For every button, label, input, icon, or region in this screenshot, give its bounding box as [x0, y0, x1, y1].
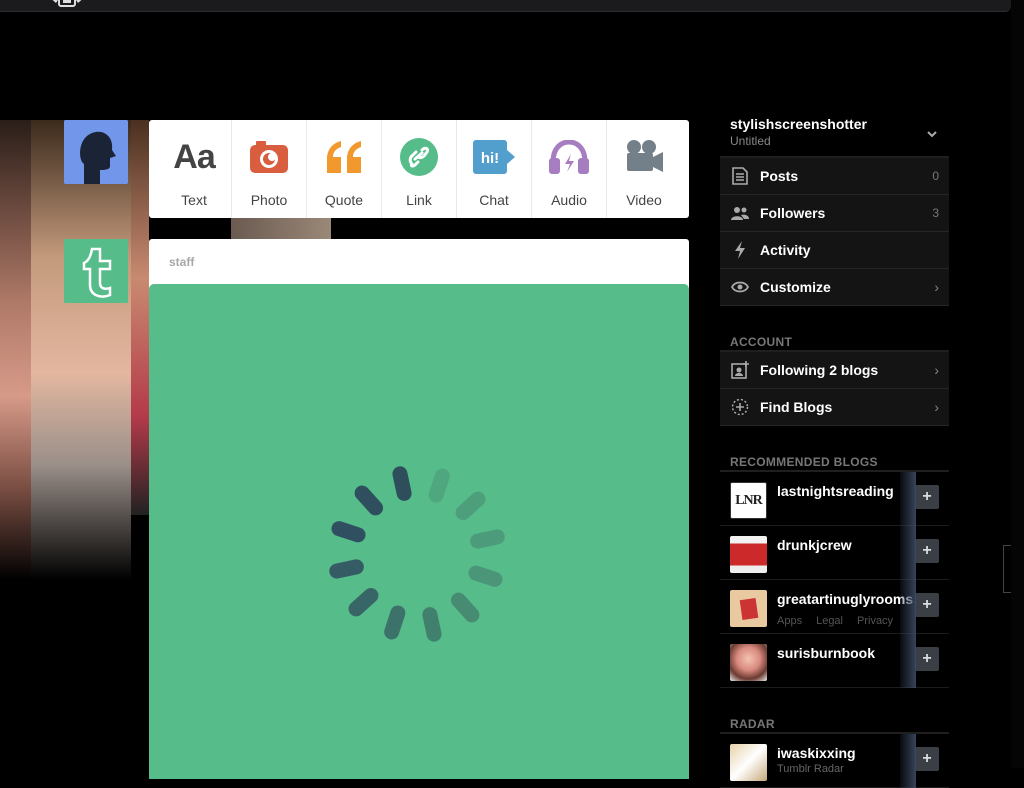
blog-name: greatartinuglyrooms	[777, 591, 914, 607]
logo-icon[interactable]	[46, 0, 88, 10]
sidebar: stylishscreenshotter Untitled Posts 0 Fo…	[720, 112, 949, 788]
radar-section-title: RADAR	[720, 714, 949, 734]
chevron-right-icon: ›	[934, 362, 939, 378]
post-type-label: Audio	[551, 192, 587, 208]
post-type-label: Chat	[479, 192, 509, 208]
background-photo-strip	[0, 120, 31, 580]
sidebar-item-find-blogs[interactable]: Find Blogs ›	[720, 389, 949, 426]
blog-name: iwaskixxing	[777, 745, 856, 761]
post-type-audio[interactable]: Audio	[532, 120, 607, 218]
page-scrollbar[interactable]	[1011, 0, 1024, 768]
post-type-chat[interactable]: hi! Chat	[457, 120, 532, 218]
follow-button[interactable]: +	[915, 593, 939, 617]
post-type-label: Link	[406, 192, 432, 208]
chevron-right-icon: ›	[934, 399, 939, 415]
background-photo-strip	[131, 120, 149, 515]
background-photo-strip	[31, 120, 131, 580]
blog-thumbnail	[730, 644, 767, 681]
video-camera-icon	[627, 140, 663, 172]
eye-icon	[731, 281, 749, 293]
sidebar-item-label: Find Blogs	[760, 399, 833, 415]
blog-thumbnail	[730, 744, 767, 781]
overflow-fade	[900, 472, 916, 688]
post-card: staff	[149, 239, 689, 779]
footer-links: Apps Legal Privacy	[777, 615, 893, 627]
post-type-bar: Aa Text Photo Quote Link hi! Chat Audio …	[149, 120, 689, 218]
sidebar-item-count: 3	[932, 206, 939, 220]
blog-thumbnail: LNR	[730, 482, 767, 519]
blog-subtitle: Untitled	[730, 134, 771, 148]
post-type-label: Photo	[250, 192, 288, 208]
blog-name: surisburnbook	[777, 645, 876, 661]
following-icon	[731, 361, 749, 379]
account-section-title: ACCOUNT	[720, 332, 949, 352]
staff-avatar[interactable]	[64, 239, 128, 303]
blog-name: lastnightsreading	[777, 483, 894, 499]
sidebar-item-label: Followers	[760, 205, 826, 221]
post-type-text[interactable]: Aa Text	[157, 120, 232, 218]
chat-icon: hi!	[473, 140, 515, 174]
sidebar-item-label: Customize	[760, 279, 831, 295]
link-icon	[400, 138, 438, 176]
loading-spinner-icon	[329, 466, 505, 642]
blog-switcher[interactable]: stylishscreenshotter Untitled	[720, 112, 949, 158]
blog-name: drunkjcrew	[777, 537, 852, 553]
sidebar-item-followers[interactable]: Followers 3	[720, 195, 949, 232]
post-type-label: Text	[181, 192, 207, 208]
thumbnail-frame	[739, 597, 758, 620]
footer-link-privacy[interactable]: Privacy	[857, 615, 893, 627]
sidebar-item-label: Activity	[760, 242, 811, 258]
post-type-label: Video	[626, 192, 662, 208]
sidebar-item-count: 0	[932, 169, 939, 183]
lightning-icon	[735, 241, 745, 259]
background-photo-strip	[231, 218, 331, 239]
avatar-silhouette-icon	[64, 120, 128, 184]
blog-thumbnail	[730, 590, 767, 627]
top-navigation-bar	[0, 0, 1011, 12]
post-author[interactable]: staff	[169, 255, 194, 269]
tumblr-t-icon	[64, 239, 128, 303]
blog-thumbnail	[730, 536, 767, 573]
follow-button[interactable]: +	[915, 485, 939, 509]
post-type-label: Quote	[324, 192, 364, 208]
overflow-fade	[900, 734, 916, 788]
user-avatar[interactable]	[64, 120, 128, 184]
sidebar-item-label: Posts	[760, 168, 799, 184]
blog-name: stylishscreenshotter	[730, 116, 867, 132]
quote-icon	[327, 141, 361, 173]
sidebar-item-activity[interactable]: Activity	[720, 232, 949, 269]
footer-link-apps[interactable]: Apps	[777, 615, 802, 627]
radar-subtitle: Tumblr Radar	[777, 763, 844, 775]
headphones-icon	[549, 140, 589, 174]
recommended-section-title: RECOMMENDED BLOGS	[720, 452, 949, 472]
find-blogs-icon	[731, 398, 749, 416]
sidebar-item-posts[interactable]: Posts 0	[720, 158, 949, 195]
footer-link-legal[interactable]: Legal	[816, 615, 843, 627]
post-type-photo[interactable]: Photo	[232, 120, 307, 218]
follow-button[interactable]: +	[915, 647, 939, 671]
post-type-quote[interactable]: Quote	[307, 120, 382, 218]
post-media	[149, 284, 689, 779]
scroll-edge	[1003, 545, 1011, 593]
chevron-down-icon	[927, 131, 937, 138]
camera-icon	[250, 141, 288, 173]
sidebar-item-customize[interactable]: Customize ›	[720, 269, 949, 306]
sidebar-item-label: Following 2 blogs	[760, 362, 879, 378]
radar-blog[interactable]: iwaskixxing Tumblr Radar +	[720, 734, 949, 788]
followers-icon	[731, 207, 749, 220]
follow-button[interactable]: +	[915, 539, 939, 563]
text-icon: Aa	[173, 137, 215, 176]
post-type-link[interactable]: Link	[382, 120, 457, 218]
post-type-video[interactable]: Video	[607, 120, 681, 218]
follow-button[interactable]: +	[915, 747, 939, 771]
sidebar-item-following[interactable]: Following 2 blogs ›	[720, 352, 949, 389]
blog-thumbnail-text: LNR	[735, 492, 763, 508]
chevron-right-icon: ›	[934, 279, 939, 295]
svg-text:hi!: hi!	[481, 150, 499, 167]
posts-icon	[732, 167, 748, 185]
